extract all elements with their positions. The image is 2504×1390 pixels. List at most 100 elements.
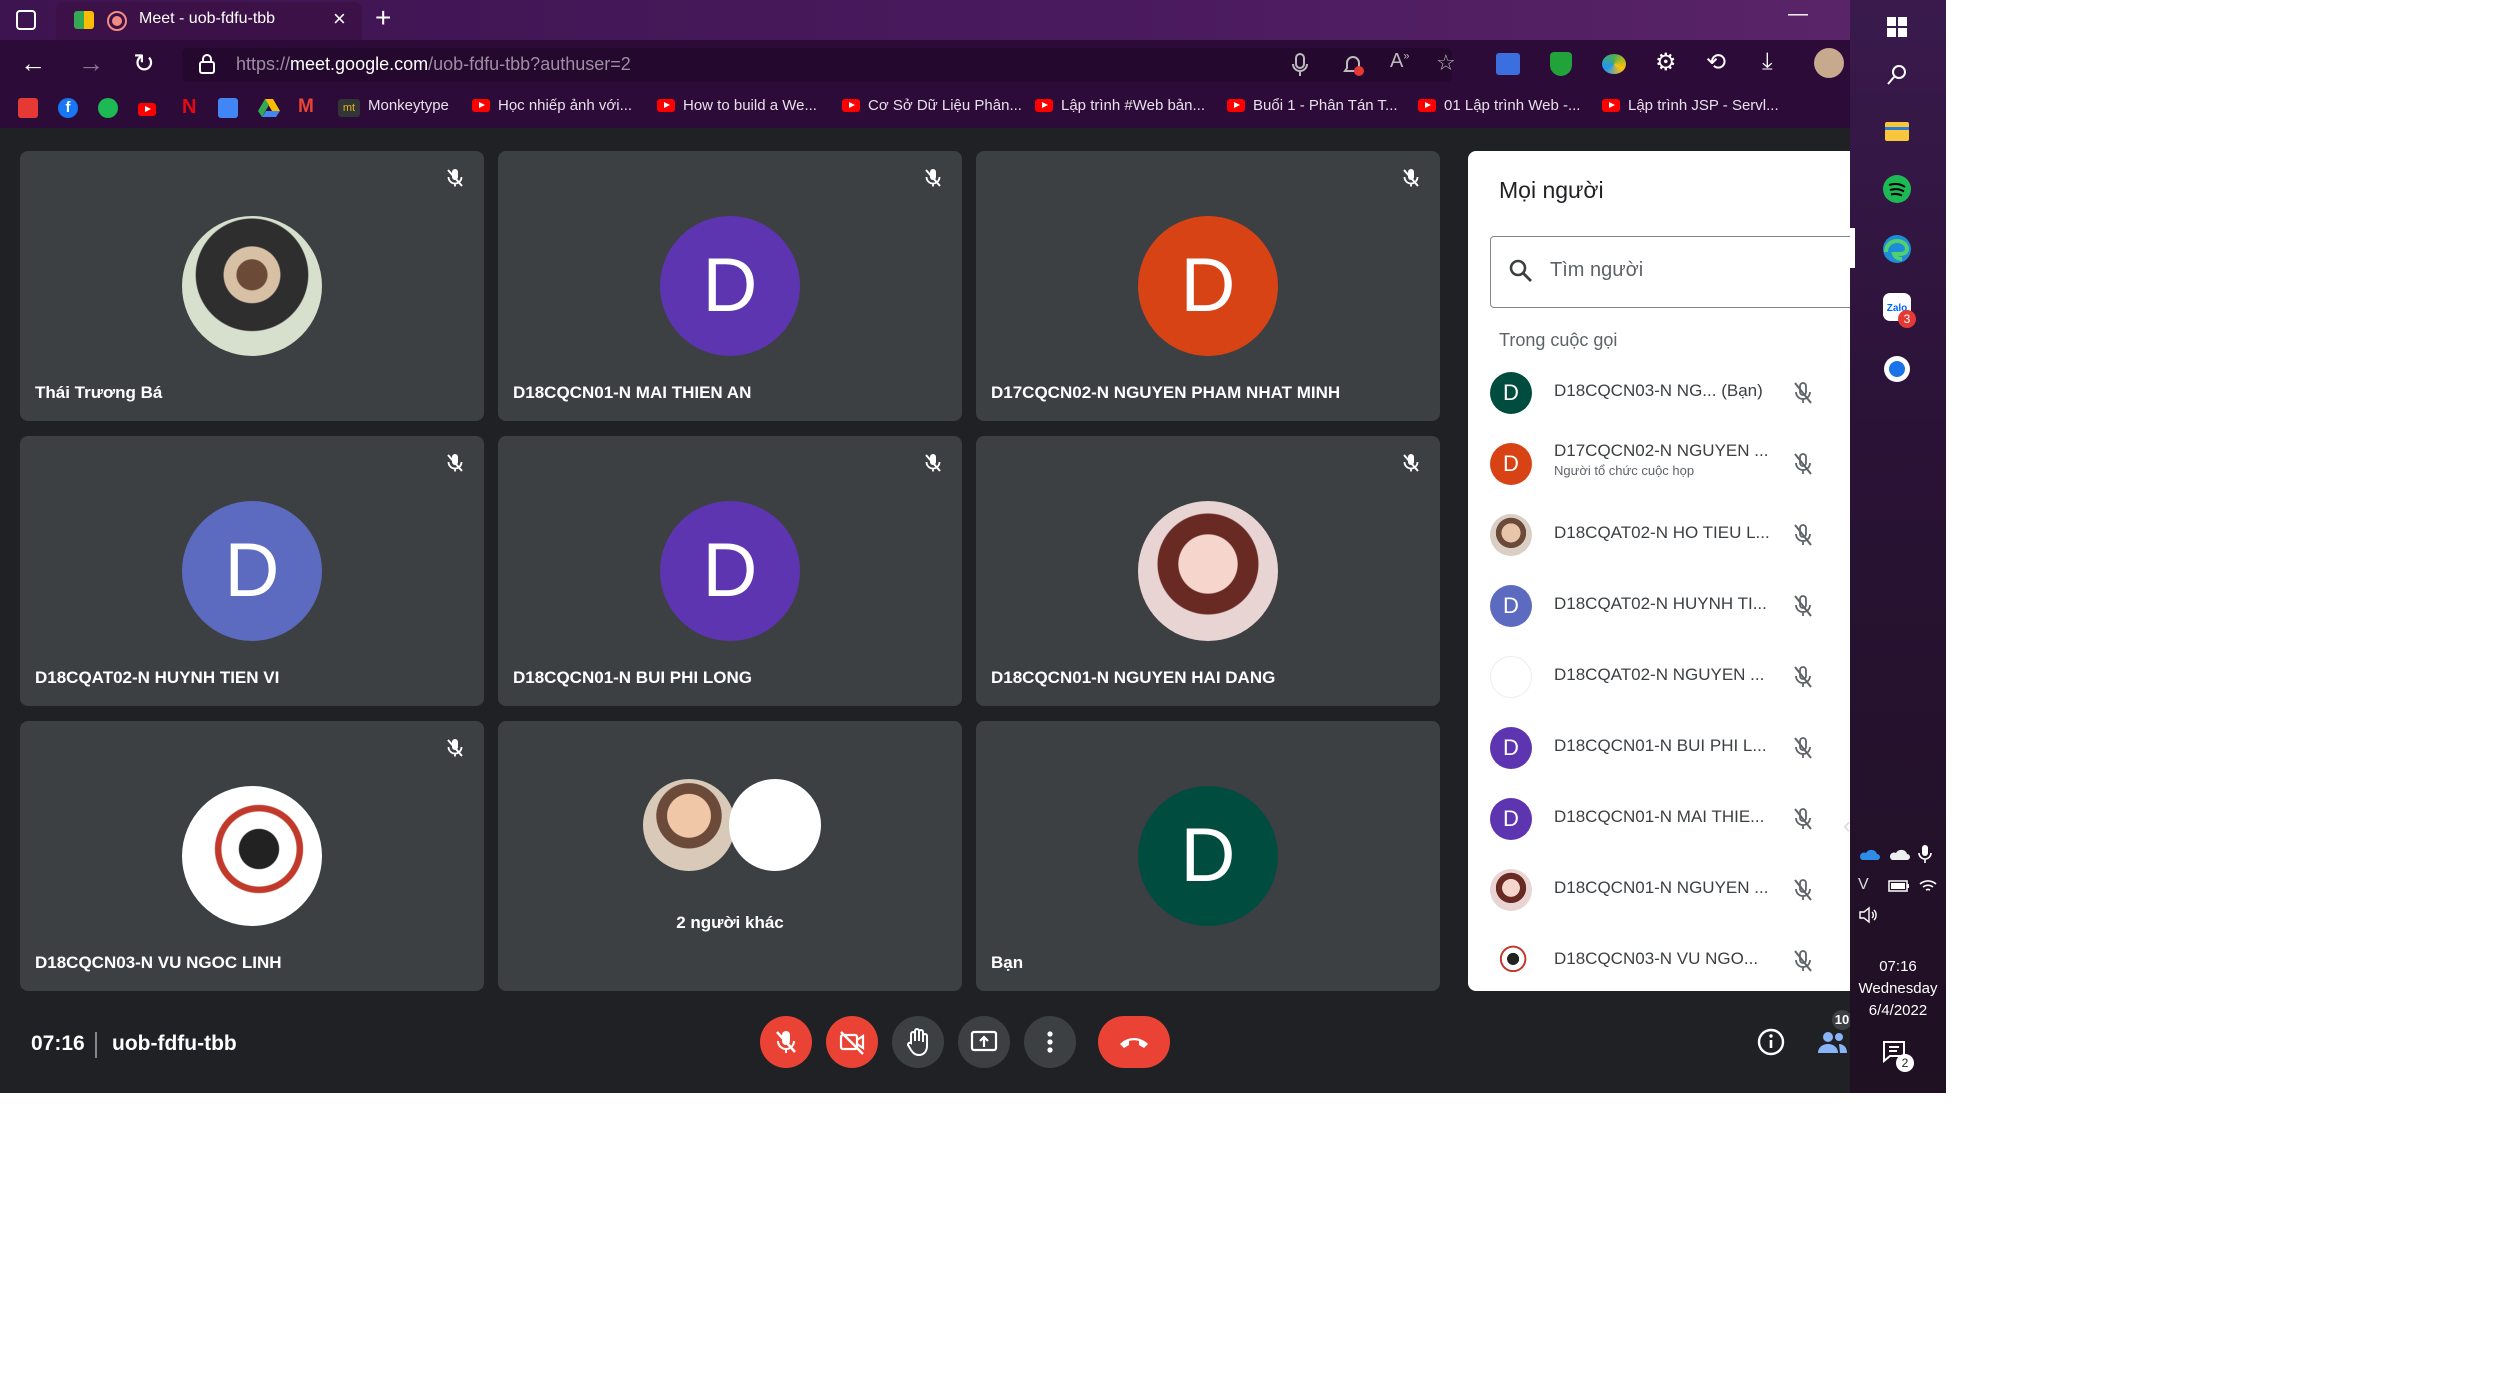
translate-extension-icon[interactable] — [1496, 53, 1520, 75]
spotify-icon[interactable] — [98, 98, 118, 118]
participant-list-item[interactable]: D18CQAT02-N HO TIEU L... — [1490, 504, 1850, 564]
more-options-button[interactable] — [1024, 1016, 1076, 1068]
participant-tile[interactable]: D18CQCN03-N VU NGOC LINH — [20, 721, 484, 991]
hand-icon — [907, 1028, 928, 1057]
monkeytype-icon[interactable]: mt — [338, 99, 360, 117]
clock-date: 6/4/2022 — [1868, 1002, 1928, 1019]
volume-icon[interactable] — [1858, 906, 1880, 924]
participant-tile[interactable]: D D18CQAT02-N HUYNH TIEN VI — [20, 436, 484, 706]
mic-off-icon[interactable] — [1787, 732, 1819, 764]
bookmark-app-icon[interactable] — [18, 98, 38, 118]
new-tab-icon[interactable]: + — [375, 2, 391, 34]
edge-browser-icon[interactable] — [1880, 232, 1914, 266]
toggle-microphone-button[interactable] — [760, 1016, 812, 1068]
notification-blocked-icon[interactable] — [1340, 52, 1366, 78]
mic-off-icon[interactable] — [1787, 448, 1819, 480]
spotify-taskbar-icon[interactable] — [1880, 172, 1914, 206]
participant-tile[interactable]: D D18CQCN01-N MAI THIEN AN — [498, 151, 962, 421]
close-tab-icon[interactable]: × — [333, 6, 346, 32]
participant-list-item[interactable]: D D17CQCN02-N NGUYEN ... Người tổ chức cuộ… — [1490, 433, 1850, 493]
extension-icon[interactable] — [1602, 54, 1626, 74]
youtube-icon — [1418, 99, 1436, 112]
mic-off-icon[interactable] — [1787, 590, 1819, 622]
url-path: /uob-fdfu-tbb?authuser=2 — [428, 54, 631, 74]
participant-tile[interactable]: D Bạn — [976, 721, 1440, 991]
battery-icon[interactable] — [1888, 880, 1910, 892]
taskbar-clock[interactable]: 07:16 Wednesday 6/4/2022 — [1850, 956, 1946, 1022]
tab-title: Meet - uob-fdfu-tbb — [139, 10, 276, 27]
favorite-icon[interactable]: ☆ — [1436, 50, 1456, 76]
meeting-details-button[interactable] — [1756, 1027, 1786, 1057]
participant-list-item[interactable]: D18CQCN03-N VU NGO... — [1490, 930, 1850, 990]
wifi-icon[interactable] — [1918, 876, 1938, 894]
vpn-icon[interactable]: V — [1858, 876, 1869, 894]
history-icon[interactable]: ⟲ — [1706, 48, 1726, 77]
toggle-camera-button[interactable] — [826, 1016, 878, 1068]
search-taskbar-icon[interactable] — [1880, 58, 1914, 92]
bookmark-monkeytype[interactable]: Monkeytype — [368, 97, 449, 114]
tab-actions-icon[interactable] — [16, 10, 36, 30]
participant-tile[interactable]: D D18CQCN01-N BUI PHI LONG — [498, 436, 962, 706]
participant-list-item[interactable]: D D18CQAT02-N HUYNH TI... — [1490, 575, 1850, 635]
facebook-icon[interactable]: f — [58, 98, 78, 118]
participant-tile[interactable]: D18CQCN01-N NGUYEN HAI DANG — [976, 436, 1440, 706]
people-button[interactable] — [1815, 1027, 1849, 1057]
read-aloud-icon[interactable]: A» — [1390, 50, 1409, 73]
mic-off-icon[interactable] — [1787, 874, 1819, 906]
file-explorer-icon[interactable] — [1880, 114, 1914, 148]
drive-icon[interactable] — [258, 98, 280, 118]
downloads-icon[interactable]: ⤓ — [1762, 48, 1773, 76]
url-text[interactable]: https://meet.google.com/uob-fdfu-tbb?aut… — [236, 54, 631, 75]
forward-icon[interactable]: → — [78, 48, 104, 78]
participant-name: D18CQCN03-N VU NGOC LINH — [35, 953, 282, 972]
profile-avatar[interactable] — [1814, 48, 1844, 78]
bookmark-2[interactable]: Học nhiếp ảnh với... — [472, 97, 632, 114]
bookmark-7[interactable]: 01 Lập trình Web -... — [1418, 97, 1580, 114]
leave-call-button[interactable] — [1098, 1016, 1170, 1068]
microphone-permission-icon[interactable] — [1290, 52, 1310, 78]
show-hidden-icons-icon[interactable]: ‹ — [1843, 812, 1851, 840]
participant-list-item[interactable]: D D18CQCN03-N NG... (Bạn) — [1490, 362, 1850, 422]
participant-tile[interactable]: 2 người khác — [498, 721, 962, 991]
mic-tray-icon[interactable] — [1918, 844, 1932, 864]
bookmark-6[interactable]: Buổi 1 - Phân Tán T... — [1227, 97, 1398, 114]
bookmark-3[interactable]: How to build a We... — [657, 97, 817, 114]
mic-off-icon[interactable] — [1787, 945, 1819, 977]
cloud-icon[interactable] — [1888, 848, 1910, 862]
shield-extension-icon[interactable] — [1550, 52, 1572, 76]
minimize-icon[interactable]: — — [1788, 3, 1808, 26]
lock-icon[interactable] — [199, 53, 215, 75]
search-people-input[interactable] — [1490, 236, 1872, 308]
present-screen-button[interactable] — [958, 1016, 1010, 1068]
mic-off-icon[interactable] — [1787, 377, 1819, 409]
bookmark-5[interactable]: Lập trình #Web bản... — [1035, 97, 1205, 114]
start-windows-icon[interactable] — [1880, 10, 1914, 44]
bookmark-8[interactable]: Lập trình JSP - Servl... — [1602, 97, 1779, 114]
participant-list-item[interactable]: D D18CQCN01-N BUI PHI L... — [1490, 717, 1850, 777]
participant-list-item[interactable]: D D18CQCN01-N MAI THIE... — [1490, 788, 1850, 848]
word-app-icon[interactable] — [1880, 352, 1914, 386]
participant-tile[interactable]: D D17CQCN02-N NGUYEN PHAM NHAT MINH — [976, 151, 1440, 421]
raise-hand-button[interactable] — [892, 1016, 944, 1068]
translate-icon[interactable] — [218, 98, 238, 118]
clock-day: Wednesday — [1858, 980, 1938, 997]
participant-avatar — [1490, 869, 1532, 911]
extensions-puzzle-icon[interactable]: ⚙ — [1655, 48, 1677, 77]
youtube-icon[interactable] — [138, 101, 164, 119]
participant-list-item[interactable]: D18CQCN01-N NGUYEN ... — [1490, 859, 1850, 919]
bookmark-4[interactable]: Cơ Sở Dữ Liệu Phân... — [842, 97, 1022, 114]
participant-tile[interactable]: Thái Trương Bá — [20, 151, 484, 421]
mic-off-icon[interactable] — [1787, 519, 1819, 551]
hang-up-icon — [1120, 1038, 1148, 1048]
mic-off-icon[interactable] — [1787, 661, 1819, 693]
participant-count-badge: 10 — [1832, 1010, 1852, 1030]
reload-icon[interactable]: ↻ — [133, 48, 155, 78]
gmail-icon[interactable]: M — [298, 96, 314, 118]
back-icon[interactable]: ← — [20, 48, 46, 78]
mic-off-icon[interactable] — [1787, 803, 1819, 835]
participant-name: D18CQAT02-N HUYNH TI... — [1554, 594, 1767, 613]
onedrive-icon[interactable] — [1858, 848, 1880, 862]
netflix-icon[interactable]: N — [182, 96, 196, 119]
participant-name: D18CQCN01-N BUI PHI L... — [1554, 736, 1767, 755]
participant-list-item[interactable]: D18CQAT02-N NGUYEN ... — [1490, 646, 1850, 706]
